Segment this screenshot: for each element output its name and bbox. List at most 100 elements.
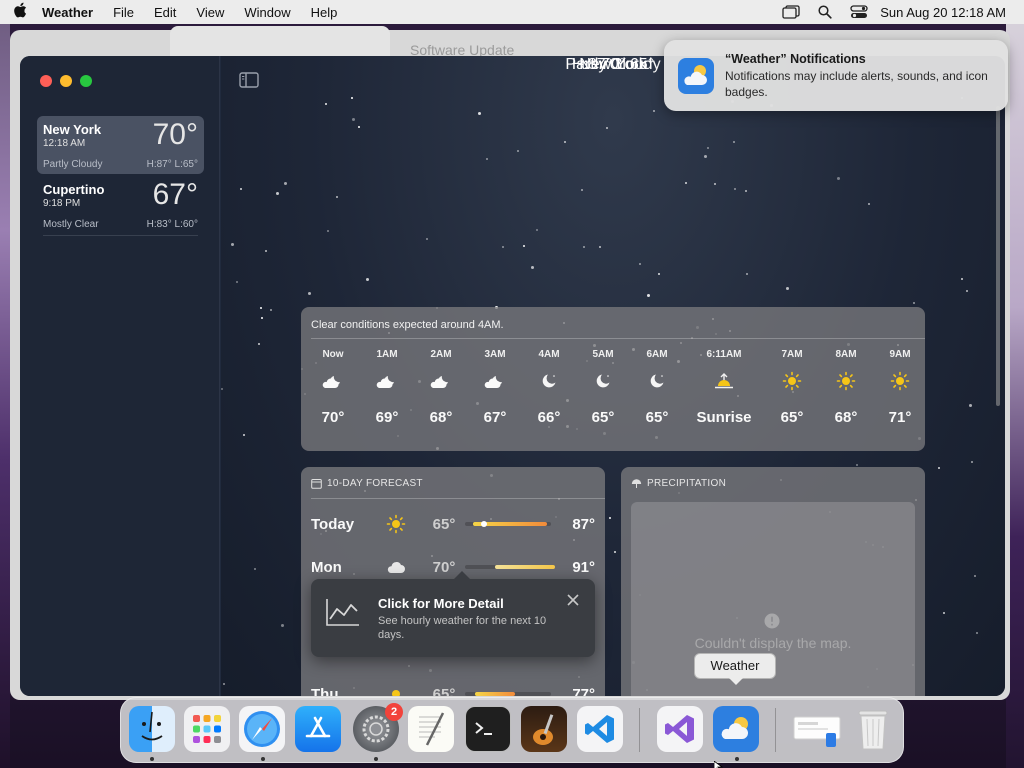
star: [943, 612, 945, 614]
star: [281, 624, 284, 627]
ten-day-header-label: 10-DAY FORECAST: [327, 478, 423, 489]
star: [913, 302, 915, 304]
launchpad-icon[interactable]: [184, 706, 230, 752]
city-condition: Partly Cloudy: [43, 159, 103, 170]
more-detail-popover[interactable]: Click for More Detail See hourly weather…: [311, 571, 595, 657]
sun-icon: [873, 363, 927, 399]
hour-temp: 70°: [321, 409, 345, 426]
moon-icon: [522, 363, 576, 399]
hour-column: Now 70°: [306, 349, 360, 426]
star: [352, 118, 355, 121]
notification-banner[interactable]: “Weather” Notifications Notifications ma…: [664, 40, 1008, 111]
sidebar-item-cupertino[interactable]: Cupertino 9:18 PM 67° Mostly Clear H:83°…: [37, 176, 204, 234]
star: [734, 188, 736, 190]
star: [786, 287, 789, 290]
star: [486, 158, 488, 160]
hour-label: 9AM: [889, 349, 911, 360]
hour-label: 6:11AM: [706, 349, 742, 360]
notification-body: Notifications may include alerts, sounds…: [725, 69, 988, 99]
hour-label: Now: [322, 349, 344, 360]
safari-icon[interactable]: [239, 706, 285, 752]
star: [707, 147, 709, 149]
menu-help[interactable]: Help: [301, 5, 348, 20]
zoom-window-button[interactable]: [80, 75, 92, 87]
star: [308, 292, 311, 295]
precipitation-header: PRECIPITATION: [631, 478, 726, 489]
temperature-range-bar: [465, 692, 551, 696]
hour-temp: 68°: [834, 409, 858, 426]
star: [240, 188, 242, 190]
hour-temp: 69°: [375, 409, 399, 426]
day-low: 70°: [432, 558, 456, 576]
moon-icon: [630, 363, 684, 399]
partly-cloudy-night-icon: [306, 363, 360, 399]
star: [614, 551, 616, 553]
dock: 2: [120, 697, 904, 763]
calendar-icon: [311, 479, 322, 489]
sidebar-toggle-icon[interactable]: [239, 72, 259, 93]
star: [961, 278, 963, 280]
moon-icon: [576, 363, 630, 399]
info-icon: [764, 613, 780, 634]
weather-dock-icon[interactable]: [713, 706, 759, 752]
star: [366, 278, 369, 281]
star: [327, 230, 329, 232]
vscode-icon[interactable]: [577, 706, 623, 752]
menu-file[interactable]: File: [103, 5, 144, 20]
menu-app-weather[interactable]: Weather: [40, 5, 103, 20]
main-scrollbar[interactable]: [996, 106, 1000, 406]
minimize-window-button[interactable]: [60, 75, 72, 87]
star: [358, 126, 360, 128]
spotlight-search-icon[interactable]: [808, 5, 842, 19]
umbrella-icon: [631, 479, 642, 488]
apple-menu-icon[interactable]: [0, 2, 40, 22]
hourly-caption: Clear conditions expected around 4AM.: [311, 319, 504, 331]
menu-window[interactable]: Window: [234, 5, 300, 20]
star: [523, 245, 525, 247]
star: [270, 309, 272, 311]
menubar-clock[interactable]: Sun Aug 20 12:18 AM: [876, 5, 1024, 20]
star: [581, 189, 583, 191]
menu-view[interactable]: View: [186, 5, 234, 20]
control-center-icon[interactable]: [842, 5, 876, 19]
temperature-range-bar: [465, 565, 556, 569]
day-name: Thu: [311, 685, 339, 697]
terminal-icon[interactable]: [465, 706, 511, 752]
close-icon[interactable]: [567, 593, 579, 611]
partly-cloudy-night-icon: [360, 363, 414, 399]
city-hilo: H:83° L:60°: [146, 219, 198, 230]
day-row-today[interactable]: Today 65° 87°: [311, 509, 595, 539]
star: [478, 112, 481, 115]
close-window-button[interactable]: [40, 75, 52, 87]
sun-icon: [765, 363, 819, 399]
downloads-stack-icon[interactable]: [791, 706, 843, 752]
textedit-icon[interactable]: [408, 706, 454, 752]
stage-manager-icon[interactable]: [774, 5, 808, 19]
finder-icon[interactable]: [129, 706, 175, 752]
mouse-cursor: [713, 758, 724, 768]
system-settings-icon[interactable]: 2: [353, 703, 403, 752]
visual-studio-icon[interactable]: [657, 706, 703, 752]
hour-label: 3AM: [484, 349, 506, 360]
hour-column: 8AM 68°: [819, 349, 873, 426]
sidebar-item-new-york[interactable]: New York 12:18 AM 70° Partly Cloudy H:87…: [37, 116, 204, 174]
day-row-thu[interactable]: Thu 65° 77°: [311, 679, 595, 696]
star: [336, 196, 338, 198]
star: [260, 307, 262, 309]
day-high: 91°: [572, 558, 595, 576]
hour-temp: 68°: [429, 409, 453, 426]
weather-app-icon: [678, 58, 714, 99]
cloud-icon: [379, 560, 413, 574]
hour-column: 3AM 67°: [468, 349, 522, 426]
hour-label: 4AM: [538, 349, 560, 360]
hourly-forecast-card[interactable]: Clear conditions expected around 4AM. No…: [301, 307, 925, 451]
star: [231, 243, 234, 246]
garageband-icon[interactable]: [521, 706, 567, 752]
hour-column: 6:11AM Sunrise: [692, 349, 756, 426]
hour-label: 2AM: [430, 349, 452, 360]
day-low: 65°: [432, 685, 456, 697]
dock-tooltip: Weather: [694, 653, 776, 685]
app-store-icon[interactable]: [295, 706, 341, 752]
trash-icon[interactable]: [850, 706, 896, 752]
menu-edit[interactable]: Edit: [144, 5, 186, 20]
